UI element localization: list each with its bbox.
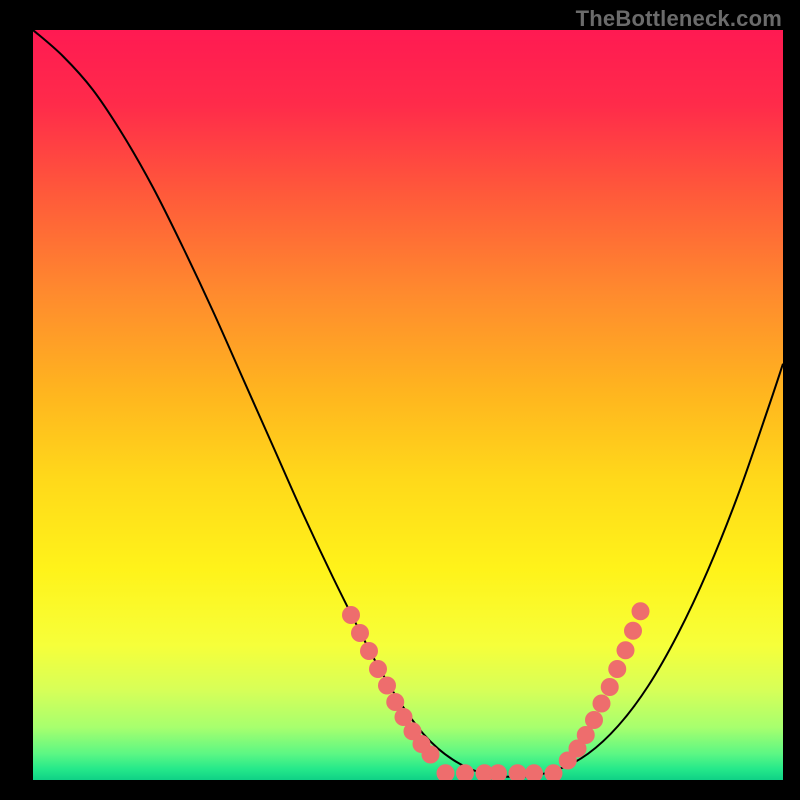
right-branch-dots-point <box>617 641 635 659</box>
bottom-flat-dots-point <box>508 764 526 780</box>
right-branch-dots-point <box>585 711 603 729</box>
bottleneck-curve <box>33 30 783 777</box>
bottom-flat-dots-point <box>456 764 474 780</box>
bottom-flat-dots-point <box>489 764 507 780</box>
left-branch-dots-point <box>378 677 396 695</box>
left-branch-dots-point <box>342 606 360 624</box>
chart-svg <box>33 30 783 780</box>
bottom-flat-dots-point <box>437 764 455 780</box>
right-branch-dots-point <box>608 660 626 678</box>
left-branch-dots-point <box>360 642 378 660</box>
right-branch-dots-point <box>601 678 619 696</box>
bottom-flat-dots-point <box>525 764 543 780</box>
right-branch-dots-point <box>632 602 650 620</box>
watermark-label: TheBottleneck.com <box>576 6 782 32</box>
bottom-flat-dots-point <box>545 764 563 780</box>
left-branch-dots-point <box>369 660 387 678</box>
chart-frame: TheBottleneck.com <box>0 0 800 800</box>
plot-area <box>33 30 783 780</box>
left-branch-dots-point <box>351 624 369 642</box>
right-branch-dots-point <box>624 622 642 640</box>
right-branch-dots-point <box>593 695 611 713</box>
left-branch-dots-point <box>422 746 440 764</box>
